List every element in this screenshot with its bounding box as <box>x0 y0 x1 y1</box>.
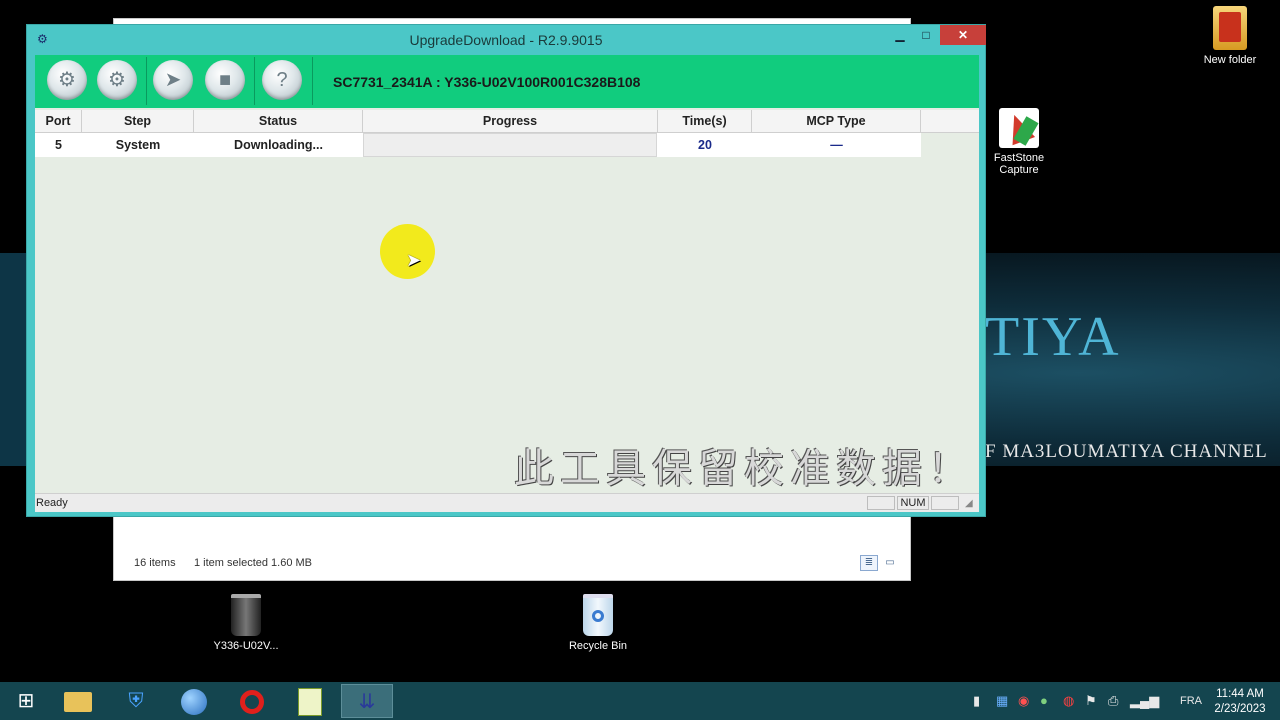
explorer-selection-info: 1 item selected 1.60 MB <box>194 557 313 569</box>
desktop-icon-recycle-bin[interactable]: Recycle Bin <box>558 594 638 652</box>
recycle-bin-icon <box>583 594 613 636</box>
device-info-label: SC7731_2341A : Y336-U02V100R001C328B108 <box>333 74 641 90</box>
status-ready-text: Ready <box>36 497 68 509</box>
desktop-icon-label: FastStone <box>993 152 1045 164</box>
cell-step: System <box>115 138 161 152</box>
column-header-mcp-type[interactable]: MCP Type <box>752 110 921 132</box>
start-button-windows-icon[interactable]: ⊞ <box>0 684 52 718</box>
cell-port: 5 <box>55 138 62 152</box>
taskbar-clock[interactable]: 11:44 AM 2/23/2023 <box>1209 687 1271 717</box>
column-header-port[interactable]: Port <box>35 110 82 132</box>
toolbar-separator <box>312 57 313 105</box>
cell-time: 20 <box>698 138 712 152</box>
wallpaper-subtitle: F MA3LOUMATIYA CHANNEL <box>985 441 1268 462</box>
thumbnail-view-icon[interactable]: ▭ <box>881 555 899 571</box>
column-header-time[interactable]: Time(s) <box>658 110 752 132</box>
trash-can-icon <box>231 594 261 636</box>
security-shield-icon[interactable]: ⛨ <box>110 684 162 718</box>
desktop-icon-faststone[interactable]: FastStone Capture <box>979 108 1059 176</box>
wallpaper-title: TIYA <box>985 306 1121 368</box>
opera-browser-icon[interactable] <box>226 684 278 718</box>
column-header-progress[interactable]: Progress <box>363 110 658 132</box>
desktop-icon-firmware[interactable]: Y336-U02V... <box>206 594 286 652</box>
minimize-button[interactable]: ▁ <box>887 25 913 45</box>
column-header-status[interactable]: Status <box>194 110 363 132</box>
tray-icon[interactable]: ▮ <box>973 693 980 709</box>
taskbar: ⊞ ⛨ ⇊ ▮ ▦ ◉ ● ◍ ⚑ ⎙ ▂▄▆ 🔈︎ FRA 11:44 AM … <box>0 682 1280 720</box>
desktop-icon-label: Capture <box>999 164 1039 176</box>
desktop-icon-label: Y336-U02V... <box>213 640 279 652</box>
tray-mega-icon[interactable]: ◍ <box>1063 693 1074 709</box>
faststone-icon <box>999 108 1039 148</box>
tray-idm-icon[interactable]: ● <box>1040 693 1048 708</box>
explorer-statusbar: 16 items 1 item selected 1.60 MB ≣ ▭ <box>114 548 910 580</box>
title-bar[interactable]: ⚙ UpgradeDownload - R2.9.9015 ▁ □ ✕ <box>27 25 986 53</box>
close-button[interactable]: ✕ <box>940 25 986 45</box>
notepad-plus-icon[interactable] <box>284 684 336 718</box>
clock-date: 2/23/2023 <box>1214 703 1266 715</box>
window-title: UpgradeDownload - R2.9.9015 <box>409 32 603 48</box>
status-indicator-num: NUM <box>897 496 929 510</box>
tray-opera-icon[interactable]: ◉ <box>1018 693 1029 709</box>
advanced-settings-icon[interactable]: ⚙ <box>97 60 137 100</box>
resize-grip-icon[interactable]: ◢ <box>965 498 973 509</box>
toolbar-separator <box>254 57 255 105</box>
toolbar: ⚙ ⚙ ➤ ■ ? SC7731_2341A : Y336-U02V100R00… <box>35 55 979 108</box>
stop-download-icon[interactable]: ■ <box>205 60 245 100</box>
toolbar-separator <box>146 57 147 105</box>
details-view-icon[interactable]: ≣ <box>860 555 878 571</box>
file-explorer-icon[interactable] <box>52 684 104 718</box>
status-indicator-caps <box>867 496 895 510</box>
help-icon[interactable]: ? <box>262 60 302 100</box>
tray-flag-icon[interactable]: ⚑ <box>1085 693 1097 709</box>
watermark-text: 此工具保留校准数据！ <box>514 447 974 491</box>
status-indicator-scroll <box>931 496 959 510</box>
table-header: Port Step Status Progress Time(s) MCP Ty… <box>35 110 979 133</box>
start-download-icon[interactable]: ➤ <box>153 60 193 100</box>
tray-volume-icon[interactable]: 🔈︎ <box>1155 693 1163 709</box>
tray-network-icon[interactable]: ▦ <box>996 693 1008 709</box>
status-bar: Ready NUM ◢ <box>35 493 979 512</box>
tray-language[interactable]: FRA <box>1180 695 1202 707</box>
explorer-item-count: 16 items <box>134 557 176 569</box>
download-manager-icon[interactable] <box>168 684 220 718</box>
column-header-step[interactable]: Step <box>82 110 194 132</box>
folder-icon <box>1213 6 1247 50</box>
clock-time: 11:44 AM <box>1216 688 1264 700</box>
tray-device-icon[interactable]: ⎙ <box>1108 693 1118 709</box>
upgrade-download-task-icon[interactable]: ⇊ <box>341 684 393 718</box>
mouse-pointer-icon: ➤ <box>406 250 422 270</box>
desktop-icon-new-folder[interactable]: New folder <box>1190 6 1270 66</box>
cell-mcp-type: — <box>830 138 843 152</box>
maximize-button[interactable]: □ <box>913 25 939 45</box>
cell-status: Downloading... <box>234 138 323 152</box>
desktop-icon-label: New folder <box>1203 54 1257 66</box>
settings-gear-icon[interactable]: ⚙ <box>47 60 87 100</box>
desktop-icon-label: Recycle Bin <box>568 640 628 652</box>
progress-bar <box>363 133 657 157</box>
